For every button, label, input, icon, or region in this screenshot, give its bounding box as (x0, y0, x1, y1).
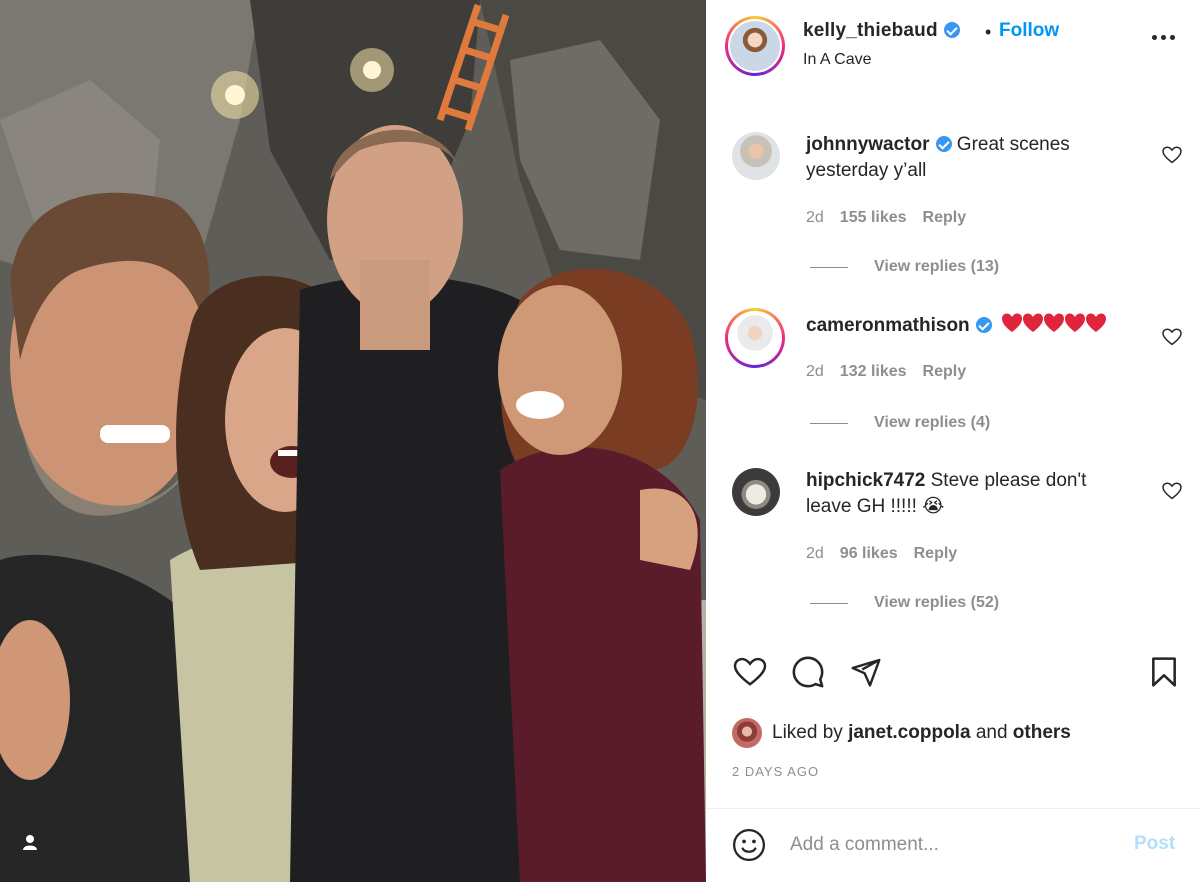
emoji-icon[interactable] (732, 828, 766, 862)
liker-username[interactable]: janet.coppola (848, 722, 970, 744)
person-tag-button[interactable] (20, 832, 46, 858)
comment-body: cameronmathison (806, 312, 1136, 342)
comment-button[interactable] (790, 652, 826, 692)
share-icon (851, 658, 881, 687)
comment-like-heart-icon[interactable] (1162, 482, 1182, 500)
post-sidebar: kelly_thiebaud • Follow In A Cave johnny… (706, 0, 1200, 882)
replies-divider (810, 422, 848, 424)
comment-reply-button[interactable]: Reply (914, 545, 958, 562)
comment-reply-button[interactable]: Reply (923, 209, 967, 226)
author-username[interactable]: kelly_thiebaud (803, 20, 938, 41)
like-button[interactable] (732, 652, 768, 692)
replies-divider (810, 266, 848, 268)
photo-illustration (0, 0, 706, 882)
red-hearts-icon (1001, 313, 1106, 332)
comment-body: hipchick7472 Steve please don't leave GH… (806, 468, 1136, 520)
verified-badge-icon (943, 22, 960, 38)
heart-icon (733, 657, 767, 686)
share-button[interactable] (848, 652, 884, 692)
commenter-avatar[interactable] (732, 468, 780, 516)
comment-meta: 2d 132 likes Reply (806, 363, 982, 381)
add-comment-bar: Post (706, 808, 1200, 882)
view-replies-button[interactable]: View replies (13) (810, 258, 999, 276)
author-username-row: kelly_thiebaud (803, 20, 960, 42)
save-button[interactable] (1146, 652, 1182, 692)
view-replies-label: View replies (52) (874, 594, 1000, 611)
post-age[interactable]: 2 DAYS AGO (732, 764, 819, 779)
more-options-icon[interactable] (1148, 30, 1178, 44)
likes-summary: Liked by janet.coppola and others (732, 718, 1071, 748)
bookmark-icon (1152, 657, 1176, 687)
liked-by-prefix: Liked by (772, 722, 843, 743)
follow-button[interactable]: Follow (999, 20, 1059, 42)
comment-meta: 2d 155 likes Reply (806, 209, 982, 227)
comment-time[interactable]: 2d (806, 545, 824, 562)
comment-input[interactable] (790, 828, 1110, 862)
replies-divider (810, 602, 848, 604)
author-avatar[interactable] (725, 16, 785, 76)
verified-badge-icon (975, 317, 992, 333)
comment-likes[interactable]: 96 likes (840, 545, 898, 562)
comment-time[interactable]: 2d (806, 363, 824, 380)
comment-reply-button[interactable]: Reply (923, 363, 967, 380)
comment-like-heart-icon[interactable] (1162, 146, 1182, 164)
liked-by-conjunction: and (975, 722, 1008, 743)
post-comment-button[interactable]: Post (1134, 833, 1175, 855)
comment-like-heart-icon[interactable] (1162, 328, 1182, 346)
comment-likes[interactable]: 155 likes (840, 209, 907, 226)
header-separator: • (985, 22, 992, 42)
likers-others-link[interactable]: others (1013, 722, 1071, 744)
comment-icon (792, 656, 824, 688)
view-replies-button[interactable]: View replies (4) (810, 414, 990, 432)
view-replies-label: View replies (13) (874, 258, 1000, 275)
commenter-username[interactable]: hipchick7472 (806, 470, 925, 491)
commenter-username[interactable]: johnnywactor (806, 134, 930, 155)
verified-badge-icon (935, 136, 952, 152)
post-photo[interactable] (0, 0, 706, 882)
comment-likes[interactable]: 132 likes (840, 363, 907, 380)
post-action-bar (706, 652, 1200, 700)
liker-avatar[interactable] (732, 718, 762, 748)
post-location[interactable]: In A Cave (803, 51, 872, 69)
hearts-emoji (1001, 312, 1109, 342)
commenter-avatar[interactable] (732, 132, 780, 180)
view-replies-button[interactable]: View replies (52) (810, 594, 999, 612)
comment-time[interactable]: 2d (806, 209, 824, 226)
commenter-avatar[interactable] (725, 308, 785, 368)
person-tag-icon (23, 835, 37, 850)
view-replies-label: View replies (4) (874, 414, 991, 431)
post-header: kelly_thiebaud • Follow In A Cave (706, 0, 1200, 94)
commenter-username[interactable]: cameronmathison (806, 315, 970, 336)
comment-meta: 2d 96 likes Reply (806, 545, 973, 563)
comment-body: johnnywactor Great scenes yesterday y’al… (806, 132, 1136, 184)
